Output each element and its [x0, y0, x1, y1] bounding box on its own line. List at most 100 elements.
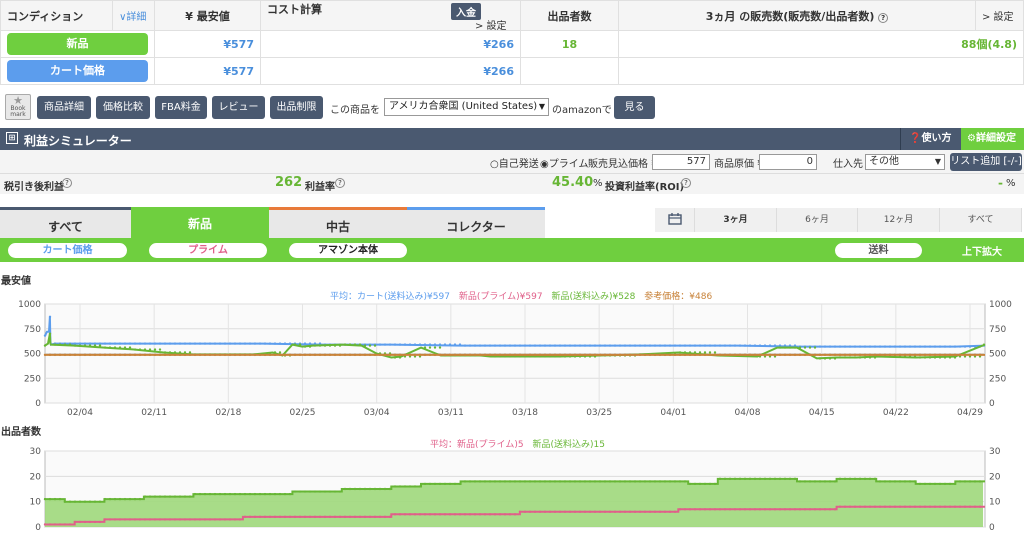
- data-point: [523, 353, 527, 357]
- data-point: [508, 353, 512, 357]
- data-point: [668, 353, 672, 357]
- data-point: [348, 515, 352, 519]
- cost-input[interactable]: 0: [759, 154, 817, 170]
- data-point: [228, 342, 232, 345]
- data-point: [288, 353, 292, 357]
- data-point: [323, 344, 327, 347]
- data-point: [898, 480, 902, 483]
- data-point: [738, 508, 742, 511]
- data-point: [233, 342, 237, 345]
- data-point: [808, 508, 812, 511]
- help-icon[interactable]: ?: [878, 12, 889, 23]
- filter-shipping[interactable]: 送料: [835, 243, 922, 258]
- data-point: [218, 492, 222, 496]
- y-tick-label: 0: [35, 399, 41, 409]
- data-point: [118, 353, 122, 357]
- data-point: [108, 518, 112, 521]
- data-point: [58, 343, 62, 346]
- bookmark-button[interactable]: ★ Book mark: [5, 94, 31, 120]
- data-point: [948, 353, 952, 357]
- tab-collector[interactable]: コレクター: [407, 207, 545, 238]
- ship-self-radio[interactable]: ○自己発送: [490, 155, 539, 170]
- data-point: [973, 480, 977, 483]
- data-point: [543, 480, 547, 483]
- data-point: [468, 480, 472, 483]
- data-point: [918, 345, 922, 348]
- expand-toggle[interactable]: 上下拡大: [962, 243, 1002, 258]
- data-point: [588, 353, 592, 357]
- data-point: [968, 353, 972, 357]
- header-lowest: ¥ 最安値: [154, 0, 261, 31]
- marketplace-select[interactable]: アメリカ合衆国 (United States) ▼: [384, 98, 549, 116]
- data-point: [588, 344, 592, 347]
- data-point: [143, 495, 147, 498]
- tab-new[interactable]: 新品: [131, 207, 269, 239]
- data-point: [378, 487, 382, 491]
- listing-restriction-button[interactable]: 出品制限: [270, 96, 323, 119]
- data-point: [248, 342, 252, 345]
- data-point: [828, 353, 832, 357]
- cost-settings-link[interactable]: > 設定: [475, 17, 507, 32]
- supplier-select[interactable]: その他 ▼: [865, 154, 945, 170]
- condition-new-button[interactable]: 新品: [7, 33, 148, 55]
- condition-cart-button[interactable]: カート価格: [7, 60, 148, 82]
- marketplace-value: アメリカ合衆国 (United States): [389, 101, 538, 112]
- data-point: [898, 345, 902, 348]
- data-point: [433, 346, 437, 349]
- detail-toggle[interactable]: ∨詳細: [112, 0, 155, 31]
- product-detail-button[interactable]: 商品詳細: [37, 96, 91, 119]
- view-button[interactable]: 見る: [614, 96, 655, 119]
- data-point: [348, 343, 352, 346]
- sell-price-input[interactable]: 577: [652, 154, 710, 170]
- help-icon[interactable]: ?: [681, 178, 691, 188]
- data-point: [923, 345, 927, 348]
- data-point: [313, 515, 317, 519]
- calendar-icon[interactable]: [655, 208, 695, 232]
- help-icon[interactable]: ?: [62, 178, 72, 188]
- data-point: [388, 353, 392, 357]
- range-12m[interactable]: 12ヶ月: [858, 208, 940, 232]
- fba-fee-button[interactable]: FBA料金: [155, 96, 207, 119]
- data-point: [393, 513, 397, 516]
- data-point: [568, 510, 572, 513]
- range-6m[interactable]: 6ヶ月: [777, 208, 858, 232]
- data-point: [243, 515, 247, 519]
- tab-used[interactable]: 中古: [269, 207, 407, 238]
- range-all[interactable]: すべて: [940, 208, 1022, 232]
- data-point: [713, 351, 717, 354]
- detail-settings-button[interactable]: ⚙詳細設定: [961, 128, 1024, 150]
- add-list-button[interactable]: リスト追加 [-/-]: [950, 153, 1022, 171]
- filter-amazon[interactable]: アマゾン本体: [289, 243, 407, 258]
- data-point: [43, 344, 47, 347]
- review-button[interactable]: レビュー: [212, 96, 265, 119]
- ship-prime-radio[interactable]: ◉プライム: [540, 155, 589, 170]
- filter-prime[interactable]: プライム: [149, 243, 267, 258]
- data-point: [318, 353, 322, 357]
- data-point: [688, 508, 692, 511]
- data-point: [128, 497, 132, 501]
- data-point: [743, 353, 747, 357]
- howto-button[interactable]: ❓使い方: [900, 128, 960, 150]
- sales-settings-link[interactable]: > 設定: [975, 0, 1024, 31]
- data-point: [233, 518, 237, 521]
- data-point: [823, 345, 827, 348]
- data-point: [893, 505, 897, 508]
- help-icon[interactable]: ?: [335, 178, 345, 188]
- filter-cart[interactable]: カート価格: [8, 243, 127, 258]
- data-point: [798, 353, 802, 357]
- data-point: [588, 480, 592, 483]
- data-point: [648, 344, 652, 347]
- data-point: [143, 518, 147, 521]
- range-3m[interactable]: 3ヶ月: [695, 208, 777, 232]
- data-point: [428, 343, 432, 346]
- data-point: [808, 353, 812, 357]
- data-point: [753, 477, 757, 481]
- data-point: [748, 477, 752, 481]
- data-point: [743, 477, 747, 481]
- price-compare-button[interactable]: 価格比較: [96, 96, 150, 119]
- data-point: [503, 513, 507, 516]
- data-point: [283, 515, 287, 519]
- data-point: [873, 505, 877, 508]
- tab-all[interactable]: すべて: [0, 207, 131, 238]
- data-point: [573, 480, 577, 483]
